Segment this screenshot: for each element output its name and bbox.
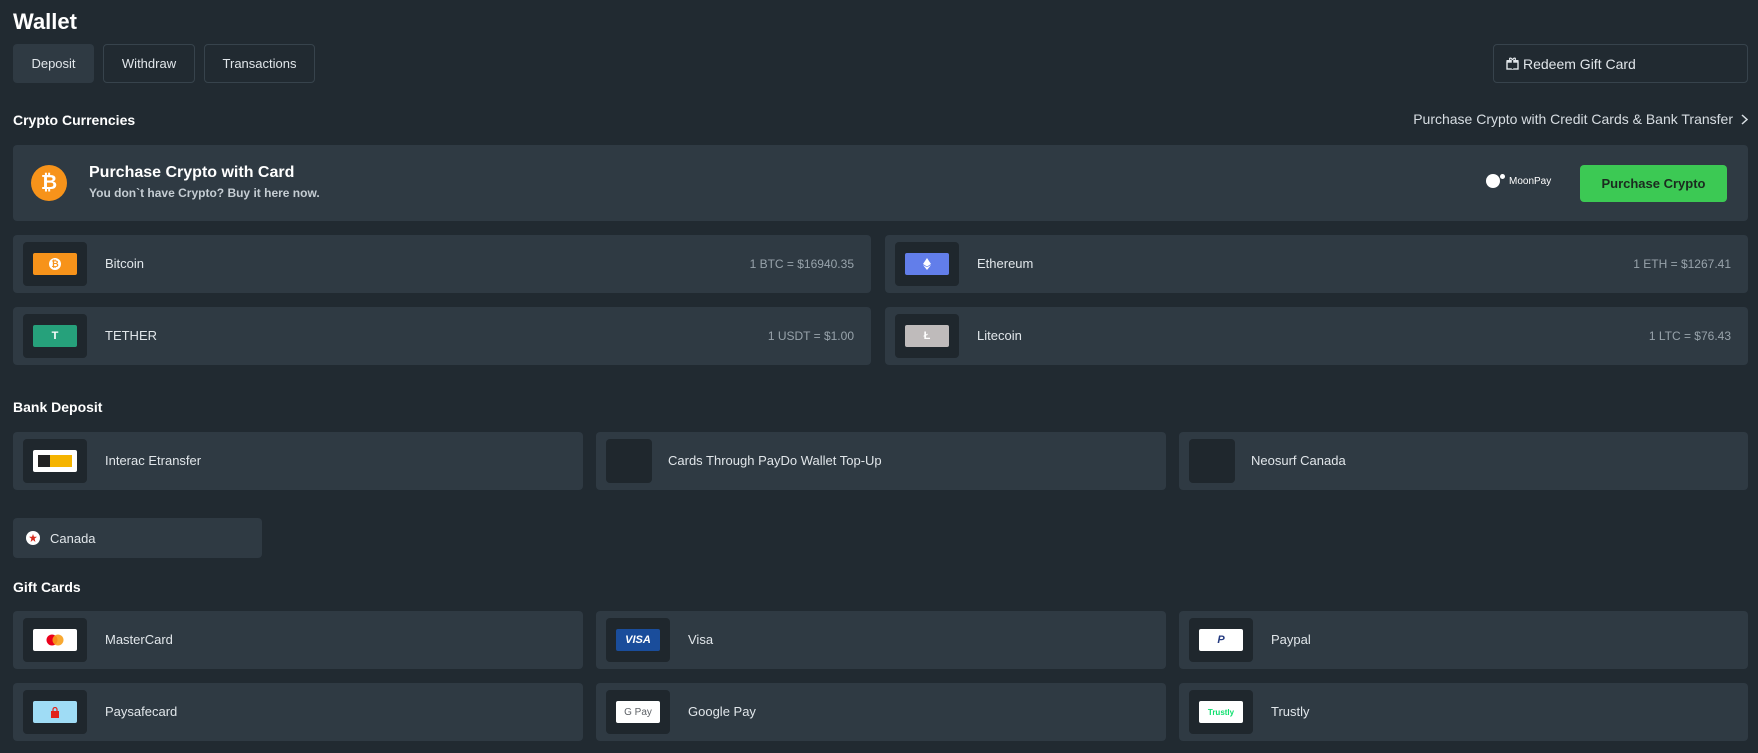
bank-card-interac[interactable]: Interac Etransfer bbox=[13, 432, 583, 490]
bank-name: Neosurf Canada bbox=[1251, 453, 1346, 468]
purchase-crypto-button[interactable]: Purchase Crypto bbox=[1580, 165, 1727, 202]
gift-section-title: Gift Cards bbox=[13, 579, 81, 595]
bitcoin-icon: ₿ bbox=[33, 253, 77, 275]
bank-card-paydo[interactable]: Cards Through PayDo Wallet Top-Up bbox=[596, 432, 1166, 490]
interac-thumb bbox=[23, 439, 87, 483]
crypto-rate: 1 USDT = $1.00 bbox=[767, 329, 854, 343]
tab-deposit[interactable]: Deposit bbox=[13, 44, 94, 83]
redeem-gift-card-button[interactable]: Redeem Gift Card bbox=[1493, 44, 1748, 83]
crypto-card-litecoin[interactable]: Ł Litecoin 1 LTC = $76.43 bbox=[885, 307, 1748, 365]
gift-name: Paypal bbox=[1271, 632, 1311, 647]
moonpay-icon bbox=[1486, 174, 1500, 188]
country-selector[interactable]: Canada bbox=[13, 518, 262, 558]
visa-icon: VISA bbox=[616, 629, 660, 651]
moonpay-label: MoonPay bbox=[1509, 175, 1552, 187]
country-label: Canada bbox=[50, 530, 96, 546]
interac-icon bbox=[33, 450, 77, 472]
tether-icon: T bbox=[33, 325, 77, 347]
bank-name: Interac Etransfer bbox=[105, 453, 202, 468]
visa-thumb: VISA bbox=[606, 618, 670, 662]
bitcoin-thumb: ₿ bbox=[23, 242, 87, 286]
banner-subtitle: You don`t have Crypto? Buy it here now. bbox=[89, 186, 320, 200]
gift-card-trustly[interactable]: Trustly Trustly bbox=[1179, 683, 1748, 741]
gift-card-google-pay[interactable]: G Pay Google Pay bbox=[596, 683, 1166, 741]
litecoin-thumb: Ł bbox=[895, 314, 959, 358]
chevron-right-icon bbox=[1741, 113, 1748, 125]
gift-name: Google Pay bbox=[688, 704, 756, 719]
page-title: Wallet bbox=[13, 9, 77, 34]
google-pay-icon: G Pay bbox=[616, 701, 660, 723]
ethereum-thumb bbox=[895, 242, 959, 286]
ethereum-icon bbox=[905, 253, 949, 275]
paydo-thumb bbox=[606, 439, 652, 483]
crypto-rate: 1 LTC = $76.43 bbox=[1648, 329, 1731, 343]
bank-card-neosurf[interactable]: Neosurf Canada bbox=[1179, 432, 1748, 490]
gift-card-paypal[interactable]: P Paypal bbox=[1179, 611, 1748, 669]
crypto-rate: 1 BTC = $16940.35 bbox=[749, 257, 854, 271]
gift-name: Paysafecard bbox=[105, 704, 178, 719]
paypal-icon: P bbox=[1199, 629, 1243, 651]
crypto-name: Ethereum bbox=[977, 256, 1034, 271]
gift-card-paysafecard[interactable]: Paysafecard bbox=[13, 683, 583, 741]
litecoin-icon: Ł bbox=[905, 325, 949, 347]
crypto-card-tether[interactable]: T TETHER 1 USDT = $1.00 bbox=[13, 307, 871, 365]
canada-flag-icon bbox=[26, 531, 40, 545]
crypto-section-title: Crypto Currencies bbox=[13, 112, 136, 128]
tether-thumb: T bbox=[23, 314, 87, 358]
google-pay-thumb: G Pay bbox=[606, 690, 670, 734]
redeem-label: Redeem Gift Card bbox=[1523, 55, 1636, 72]
gift-name: Trustly bbox=[1271, 704, 1310, 719]
crypto-card-ethereum[interactable]: Ethereum 1 ETH = $1267.41 bbox=[885, 235, 1748, 293]
tab-withdraw[interactable]: Withdraw bbox=[103, 44, 195, 83]
banner-title: Purchase Crypto with Card bbox=[89, 164, 295, 181]
paysafecard-thumb bbox=[23, 690, 87, 734]
paypal-thumb: P bbox=[1189, 618, 1253, 662]
moonpay-logo: MoonPay bbox=[1486, 173, 1552, 188]
crypto-name: TETHER bbox=[105, 328, 157, 343]
purchase-crypto-link[interactable]: Purchase Crypto with Credit Cards & Bank… bbox=[1413, 111, 1748, 127]
trustly-icon: Trustly bbox=[1199, 701, 1243, 723]
bitcoin-icon: ₿ bbox=[31, 165, 67, 201]
gift-name: Visa bbox=[688, 632, 714, 647]
bank-name: Cards Through PayDo Wallet Top-Up bbox=[668, 453, 882, 468]
neosurf-thumb bbox=[1189, 439, 1235, 483]
crypto-name: Bitcoin bbox=[105, 256, 145, 271]
paysafecard-icon bbox=[33, 701, 77, 723]
gift-name: MasterCard bbox=[105, 632, 173, 647]
gift-icon bbox=[1506, 57, 1519, 70]
bank-section-title: Bank Deposit bbox=[13, 399, 103, 415]
purchase-crypto-banner: ₿ Purchase Crypto with Card You don`t ha… bbox=[13, 145, 1748, 221]
trustly-thumb: Trustly bbox=[1189, 690, 1253, 734]
crypto-card-bitcoin[interactable]: ₿ Bitcoin 1 BTC = $16940.35 bbox=[13, 235, 871, 293]
mastercard-thumb bbox=[23, 618, 87, 662]
mastercard-icon bbox=[33, 629, 77, 651]
crypto-name: Litecoin bbox=[977, 328, 1022, 343]
gift-card-visa[interactable]: VISA Visa bbox=[596, 611, 1166, 669]
tab-transactions[interactable]: Transactions bbox=[204, 44, 315, 83]
purchase-crypto-link-label: Purchase Crypto with Credit Cards & Bank… bbox=[1413, 111, 1733, 127]
crypto-rate: 1 ETH = $1267.41 bbox=[1633, 257, 1731, 271]
gift-card-mastercard[interactable]: MasterCard bbox=[13, 611, 583, 669]
